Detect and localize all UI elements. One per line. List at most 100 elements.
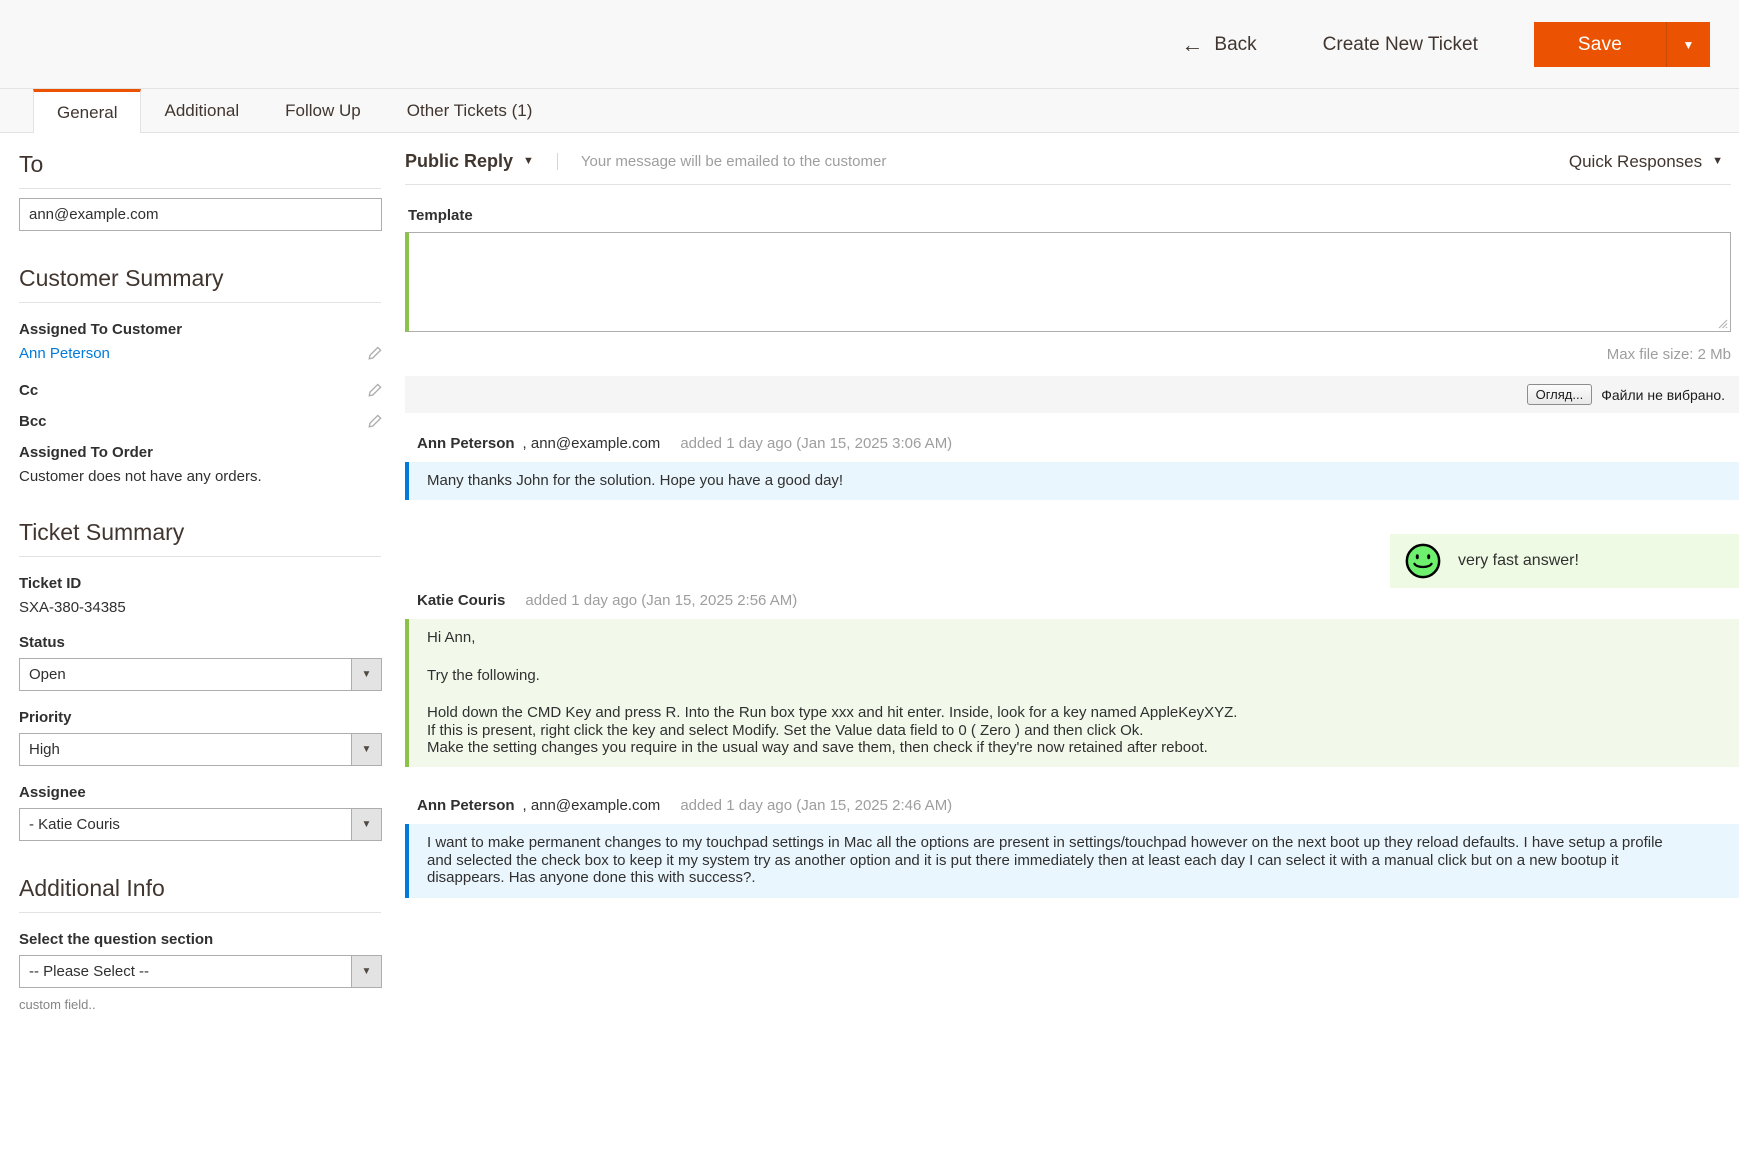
tab-general[interactable]: General — [33, 89, 141, 133]
ticket-id-value: SXA-380-34385 — [19, 599, 381, 616]
thread-message: Ann Peterson , ann@example.com added 1 d… — [405, 797, 1739, 897]
save-button[interactable]: Save — [1534, 22, 1666, 67]
message-timestamp: added 1 day ago (Jan 15, 2025 3:06 AM) — [680, 435, 952, 452]
customer-summary-title: Customer Summary — [19, 265, 381, 303]
message-body: Hi Ann, Try the following. Hold down the… — [405, 619, 1739, 767]
bcc-row: Bcc — [19, 413, 382, 430]
cc-label: Cc — [19, 382, 38, 399]
quick-responses-label: Quick Responses — [1569, 152, 1702, 172]
message-line: Hi Ann, — [427, 629, 1723, 646]
edit-pencil-icon-bcc[interactable] — [367, 414, 382, 429]
message-body: Many thanks John for the solution. Hope … — [405, 462, 1739, 500]
template-label: Template — [408, 207, 1739, 224]
thread-message: very fast answer! Katie Couris added 1 d… — [405, 534, 1739, 767]
message-line: Make the setting changes you require in … — [427, 739, 1723, 756]
max-file-size-note: Max file size: 2 Mb — [405, 346, 1731, 363]
resize-handle-icon[interactable] — [1718, 319, 1728, 329]
status-select-value: Open — [20, 659, 351, 690]
message-line: and selected the check box to keep it my… — [427, 852, 1723, 869]
tab-other-tickets[interactable]: Other Tickets (1) — [384, 89, 556, 132]
message-timestamp: added 1 day ago (Jan 15, 2025 2:46 AM) — [680, 797, 952, 814]
edit-pencil-icon-customer[interactable] — [367, 346, 382, 361]
tab-bar: General Additional Follow Up Other Ticke… — [0, 89, 1739, 133]
bcc-label: Bcc — [19, 413, 47, 430]
message-line: Hold down the CMD Key and press R. Into … — [427, 704, 1723, 721]
chevron-down-icon[interactable]: ▼ — [351, 809, 381, 840]
create-new-ticket-button[interactable]: Create New Ticket — [1297, 26, 1504, 64]
page-content: To ann@example.com Customer Summary Assi… — [0, 133, 1739, 1166]
file-selection-status: Файли не вибрано. — [1601, 387, 1725, 403]
back-button[interactable]: ← Back — [1167, 26, 1270, 64]
message-line: If this is present, right click the key … — [427, 722, 1723, 739]
question-section-label: Select the question section — [19, 931, 381, 948]
page-header: ← Back Create New Ticket Save ▼ — [0, 0, 1739, 89]
header-actions: ← Back Create New Ticket Save ▼ — [1167, 0, 1710, 89]
custom-field-hint: custom field.. — [19, 997, 381, 1012]
reply-note: Your message will be emailed to the cust… — [557, 153, 886, 170]
satisfaction-rating-text: very fast answer! — [1458, 552, 1579, 570]
satisfaction-rating-row: very fast answer! — [405, 534, 1739, 588]
back-button-label: Back — [1214, 34, 1256, 56]
chevron-down-icon: ▼ — [523, 156, 534, 167]
message-header: Ann Peterson , ann@example.com added 1 d… — [405, 435, 1739, 452]
ticket-summary-title: Ticket Summary — [19, 519, 381, 557]
message-author: Ann Peterson — [417, 797, 515, 814]
chevron-down-icon[interactable]: ▼ — [351, 956, 381, 987]
quick-responses-dropdown[interactable]: Quick Responses ▼ — [1569, 152, 1731, 172]
message-line: disappears. Has anyone done this with su… — [427, 869, 1723, 886]
message-thread: Ann Peterson , ann@example.com added 1 d… — [405, 435, 1739, 898]
message-author: Ann Peterson — [417, 435, 515, 452]
save-button-group: Save ▼ — [1534, 22, 1710, 67]
browse-file-button[interactable]: Огляд... — [1527, 384, 1593, 405]
message-body: I want to make permanent changes to my t… — [405, 824, 1739, 897]
chevron-down-icon: ▼ — [1712, 156, 1723, 167]
to-section-title: To — [19, 151, 381, 189]
assigned-to-customer-row: Ann Peterson — [19, 345, 382, 362]
message-email: , ann@example.com — [523, 435, 661, 452]
template-textarea[interactable] — [405, 232, 1731, 332]
priority-select-value: High — [20, 734, 351, 765]
assigned-to-order-value: Customer does not have any orders. — [19, 468, 381, 485]
to-input[interactable]: ann@example.com — [19, 198, 382, 231]
message-header: Ann Peterson , ann@example.com added 1 d… — [405, 797, 1739, 814]
assignee-select-value: - Katie Couris — [20, 809, 351, 840]
assignee-label: Assignee — [19, 784, 381, 801]
chevron-down-icon: ▼ — [1683, 38, 1695, 52]
ticket-id-label: Ticket ID — [19, 575, 381, 592]
assigned-to-order-label: Assigned To Order — [19, 444, 381, 461]
satisfaction-rating: very fast answer! — [1390, 534, 1739, 588]
question-section-select-value: -- Please Select -- — [20, 956, 351, 987]
assigned-to-customer-label: Assigned To Customer — [19, 321, 381, 338]
message-timestamp: added 1 day ago (Jan 15, 2025 2:56 AM) — [525, 592, 797, 609]
thread-message: Ann Peterson , ann@example.com added 1 d… — [405, 435, 1739, 500]
cc-row: Cc — [19, 382, 382, 399]
arrow-left-icon: ← — [1181, 34, 1203, 56]
message-email: , ann@example.com — [523, 797, 661, 814]
message-header: Katie Couris added 1 day ago (Jan 15, 20… — [405, 592, 1739, 609]
ticket-sidebar: To ann@example.com Customer Summary Assi… — [0, 133, 405, 1012]
reply-type-dropdown[interactable]: Public Reply ▼ — [405, 151, 554, 172]
file-attachment-row: Огляд... Файли не вибрано. — [405, 376, 1739, 413]
chevron-down-icon[interactable]: ▼ — [351, 659, 381, 690]
priority-label: Priority — [19, 709, 381, 726]
assignee-select[interactable]: - Katie Couris ▼ — [19, 808, 382, 841]
assigned-to-customer-value[interactable]: Ann Peterson — [19, 345, 110, 362]
smiley-face-icon — [1404, 542, 1442, 580]
tab-additional[interactable]: Additional — [141, 89, 262, 132]
reply-panel: Public Reply ▼ Your message will be emai… — [405, 133, 1739, 924]
message-line: Many thanks John for the solution. Hope … — [427, 472, 1723, 489]
message-line: Try the following. — [427, 667, 1723, 684]
status-select[interactable]: Open ▼ — [19, 658, 382, 691]
message-author: Katie Couris — [417, 592, 505, 609]
status-label: Status — [19, 634, 381, 651]
message-line: I want to make permanent changes to my t… — [427, 834, 1723, 851]
tab-follow-up[interactable]: Follow Up — [262, 89, 384, 132]
reply-type-label: Public Reply — [405, 151, 513, 172]
save-dropdown-toggle[interactable]: ▼ — [1666, 22, 1710, 67]
chevron-down-icon[interactable]: ▼ — [351, 734, 381, 765]
edit-pencil-icon-cc[interactable] — [367, 383, 382, 398]
question-section-select[interactable]: -- Please Select -- ▼ — [19, 955, 382, 988]
additional-info-title: Additional Info — [19, 875, 381, 913]
reply-toolbar: Public Reply ▼ Your message will be emai… — [405, 151, 1731, 185]
priority-select[interactable]: High ▼ — [19, 733, 382, 766]
